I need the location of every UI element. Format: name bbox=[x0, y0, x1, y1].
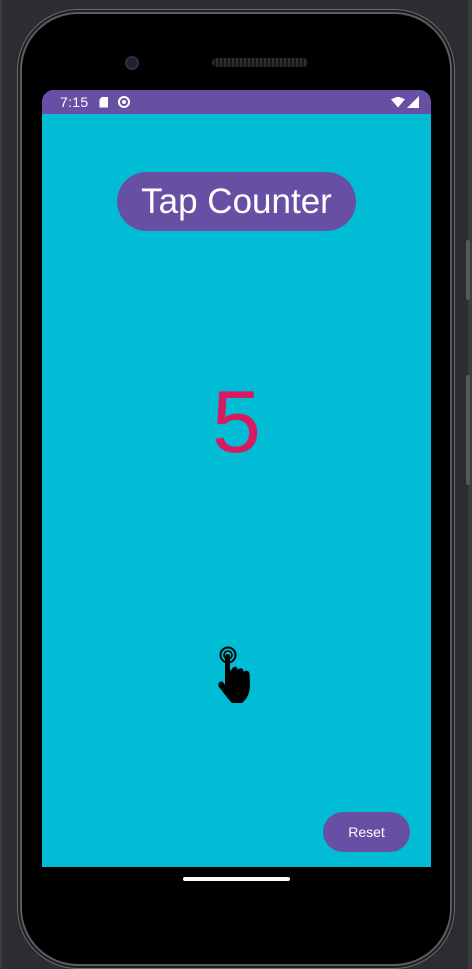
status-right-icons bbox=[391, 96, 419, 108]
emulator-left-rail bbox=[0, 0, 2, 969]
wifi-icon bbox=[391, 96, 405, 108]
signal-icon bbox=[407, 96, 419, 108]
app-title: Tap Counter bbox=[117, 172, 356, 231]
volume-button[interactable] bbox=[466, 375, 470, 485]
earpiece-speaker bbox=[212, 58, 308, 67]
status-time: 7:15 bbox=[60, 94, 89, 110]
power-button[interactable] bbox=[466, 240, 470, 300]
emulator-frame: 7:15 Tap Counter 5 Reset bbox=[0, 0, 472, 969]
tap-count: 5 bbox=[212, 372, 261, 471]
sync-circle-icon bbox=[118, 96, 131, 108]
front-camera bbox=[125, 56, 139, 70]
status-bar: 7:15 bbox=[42, 90, 431, 114]
home-gesture-bar[interactable] bbox=[183, 877, 290, 881]
sd-card-icon bbox=[99, 96, 109, 108]
app-screen[interactable]: 7:15 Tap Counter 5 Reset bbox=[42, 90, 431, 867]
tap-hand-icon[interactable] bbox=[214, 645, 262, 707]
reset-button[interactable]: Reset bbox=[323, 812, 410, 852]
